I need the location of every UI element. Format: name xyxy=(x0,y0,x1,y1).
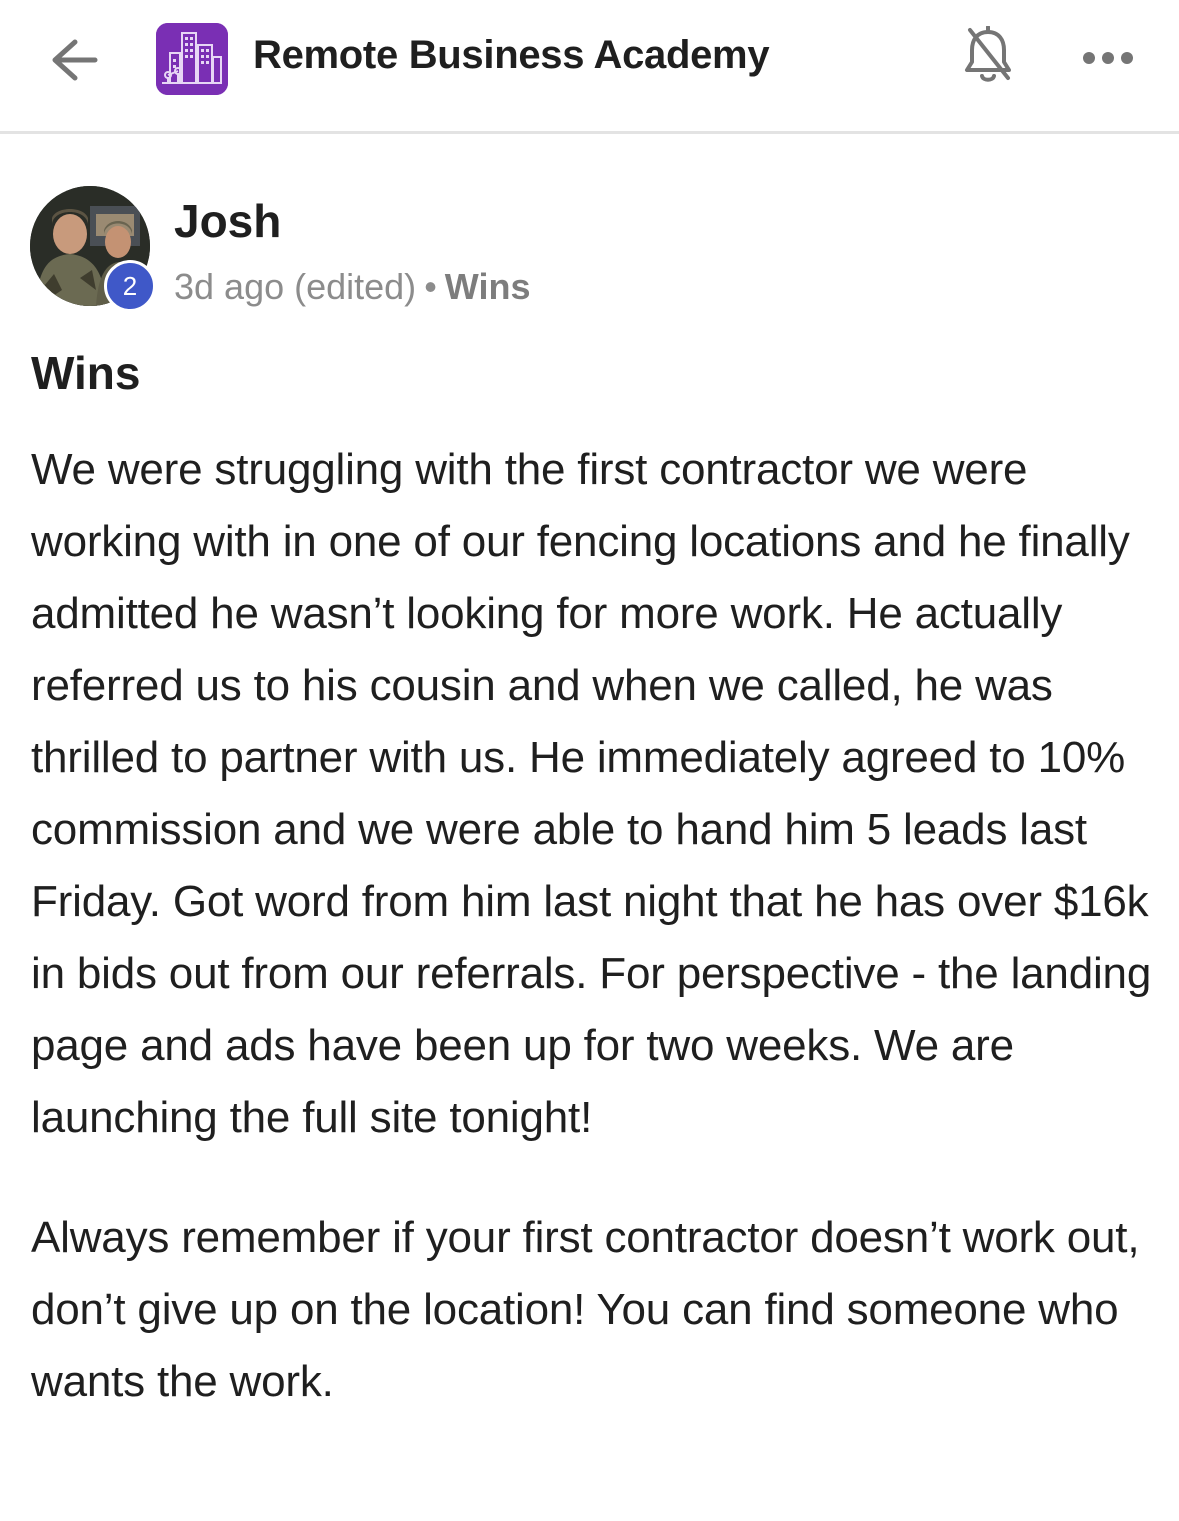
group-title: Remote Business Academy xyxy=(253,33,770,77)
meta-separator: • xyxy=(424,266,437,307)
post-paragraph: We were struggling with the first contra… xyxy=(31,445,1152,1142)
city-buildings-logo xyxy=(156,23,228,95)
more-horizontal-icon xyxy=(1083,52,1133,64)
level-badge: 2 xyxy=(104,260,156,312)
author-avatar-container[interactable]: 2 xyxy=(30,186,156,312)
arrow-left-icon xyxy=(52,39,98,81)
post-paragraph: Always remember if your first contractor… xyxy=(31,1213,1140,1406)
group-logo[interactable] xyxy=(156,23,228,95)
top-bar: Remote Business Academy xyxy=(0,0,1179,134)
post-body: We were struggling with the first contra… xyxy=(31,434,1161,1418)
post-meta: 3d ago (edited) • Wins xyxy=(174,266,530,308)
more-options-button[interactable] xyxy=(1078,38,1138,78)
post-title: Wins xyxy=(31,347,141,399)
back-button[interactable] xyxy=(44,30,104,90)
author-name[interactable]: Josh xyxy=(174,194,281,248)
post-timestamp: 3d ago (edited) xyxy=(174,266,417,307)
post-category-link[interactable]: Wins xyxy=(445,266,531,307)
notifications-button[interactable] xyxy=(958,24,1018,90)
bell-off-icon xyxy=(965,26,1011,82)
